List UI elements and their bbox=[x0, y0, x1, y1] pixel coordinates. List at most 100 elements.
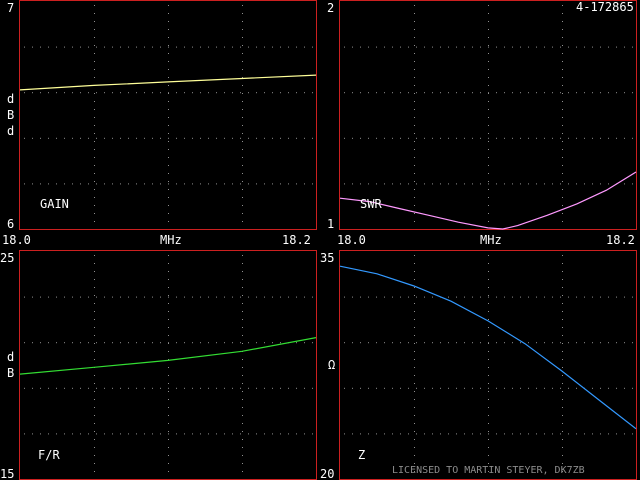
fr-grid-dot bbox=[184, 296, 185, 298]
swr-grid-dot bbox=[528, 46, 529, 48]
gain-grid-dot bbox=[88, 183, 89, 185]
gain-grid-dot bbox=[208, 92, 209, 94]
swr-grid-dot bbox=[456, 183, 457, 185]
swr-grid-dot bbox=[608, 137, 609, 139]
z-grid-dot bbox=[592, 296, 593, 298]
z-grid-dot bbox=[562, 343, 563, 344]
swr-grid-dot bbox=[488, 133, 489, 134]
fr-grid-dot bbox=[94, 375, 95, 376]
swr-grid-dot bbox=[472, 137, 473, 139]
gain-grid-dot bbox=[224, 183, 225, 185]
gain-grid-dot bbox=[120, 183, 121, 185]
swr-grid-dot bbox=[592, 183, 593, 185]
swr-grid-dot bbox=[616, 137, 617, 139]
gain-grid-dot bbox=[280, 137, 281, 139]
swr-grid-dot bbox=[584, 92, 585, 94]
swr-grid-dot bbox=[414, 37, 415, 38]
fr-grid-dot bbox=[144, 342, 145, 344]
fr-grid-dot bbox=[168, 471, 169, 472]
z-grid-dot bbox=[480, 296, 481, 298]
z-grid-dot bbox=[368, 433, 369, 435]
gain-grid-dot bbox=[104, 46, 105, 48]
fr-grid-dot bbox=[120, 433, 121, 435]
fr-grid-dot bbox=[296, 342, 297, 344]
gain-grid-dot bbox=[242, 133, 243, 134]
swr-grid-dot bbox=[562, 29, 563, 30]
gain-grid-dot bbox=[32, 137, 33, 139]
gain-grid-dot bbox=[104, 137, 105, 139]
z-grid-dot bbox=[384, 296, 385, 298]
swr-label: SWR bbox=[360, 197, 382, 211]
z-grid-dot bbox=[414, 455, 415, 456]
gain-grid-dot bbox=[120, 46, 121, 48]
z-grid-dot bbox=[456, 433, 457, 435]
fr-grid-dot bbox=[96, 387, 97, 389]
swr-grid-dot bbox=[568, 137, 569, 139]
fr-grid-dot bbox=[304, 342, 305, 344]
swr-grid-dot bbox=[552, 46, 553, 48]
swr-grid-dot bbox=[552, 137, 553, 139]
swr-grid-dot bbox=[456, 46, 457, 48]
swr-grid-dot bbox=[360, 46, 361, 48]
fr-grid-dot bbox=[94, 439, 95, 440]
z-grid-dot bbox=[472, 296, 473, 298]
gain-grid-dot bbox=[216, 183, 217, 185]
gain-grid-dot bbox=[304, 183, 305, 185]
gain-grid-dot bbox=[248, 92, 249, 94]
swr-grid-dot bbox=[512, 46, 513, 48]
gain-grid-dot bbox=[312, 137, 313, 139]
z-grid-dot bbox=[562, 255, 563, 256]
swr-grid-dot bbox=[536, 92, 537, 94]
fr-grid-dot bbox=[168, 303, 169, 304]
gain-grid-dot bbox=[112, 92, 113, 94]
gain-grid-dot bbox=[200, 92, 201, 94]
swr-grid-dot bbox=[616, 92, 617, 94]
swr-grid-dot bbox=[414, 29, 415, 30]
fr-grid-dot bbox=[94, 287, 95, 288]
z-grid-dot bbox=[432, 342, 433, 344]
z-grid-dot bbox=[536, 433, 537, 435]
z-grid-dot bbox=[424, 296, 425, 298]
fr-grid-dot bbox=[120, 387, 121, 389]
fr-grid-dot bbox=[208, 342, 209, 344]
swr-grid-dot bbox=[562, 53, 563, 54]
swr-grid-dot bbox=[632, 92, 633, 94]
gain-grid-dot bbox=[94, 173, 95, 174]
z-grid-dot bbox=[544, 433, 545, 435]
swr-grid-dot bbox=[368, 92, 369, 94]
fr-grid-dot bbox=[168, 319, 169, 320]
gain-grid-dot bbox=[72, 92, 73, 94]
swr-grid-dot bbox=[392, 46, 393, 48]
gain-grid-dot bbox=[184, 46, 185, 48]
swr-grid-dot bbox=[352, 92, 353, 94]
z-grid-dot bbox=[488, 431, 489, 432]
z-grid-dot bbox=[376, 433, 377, 435]
z-grid-dot bbox=[414, 295, 415, 296]
swr-grid-dot bbox=[562, 149, 563, 150]
gain-grid-dot bbox=[120, 92, 121, 94]
swr-grid-dot bbox=[552, 92, 553, 94]
gain-grid-dot bbox=[94, 125, 95, 126]
swr-grid-dot bbox=[414, 61, 415, 62]
z-grid-dot bbox=[562, 295, 563, 296]
gain-grid-dot bbox=[242, 77, 243, 78]
gain-grid-dot bbox=[296, 137, 297, 139]
gain-grid-dot bbox=[144, 46, 145, 48]
fr-grid-dot bbox=[80, 342, 81, 344]
fr-grid-dot bbox=[64, 342, 65, 344]
z-grid-dot bbox=[414, 303, 415, 304]
z-grid-dot bbox=[562, 439, 563, 440]
swr-grid-dot bbox=[464, 137, 465, 139]
fr-grid-dot bbox=[168, 287, 169, 288]
fr-grid-dot bbox=[280, 387, 281, 389]
gain-grid-dot bbox=[56, 183, 57, 185]
z-grid-dot bbox=[488, 263, 489, 264]
fr-grid-dot bbox=[184, 342, 185, 344]
fr-grid-dot bbox=[304, 433, 305, 435]
z-grid-dot bbox=[352, 342, 353, 344]
gain-grid-dot bbox=[168, 189, 169, 190]
z-grid-dot bbox=[544, 342, 545, 344]
gain-grid-dot bbox=[168, 149, 169, 150]
swr-grid-dot bbox=[544, 183, 545, 185]
analyzer-screen: 7 6 d B d GAIN 18.0 MHz 18.2 2 1 4-17286… bbox=[0, 0, 640, 480]
